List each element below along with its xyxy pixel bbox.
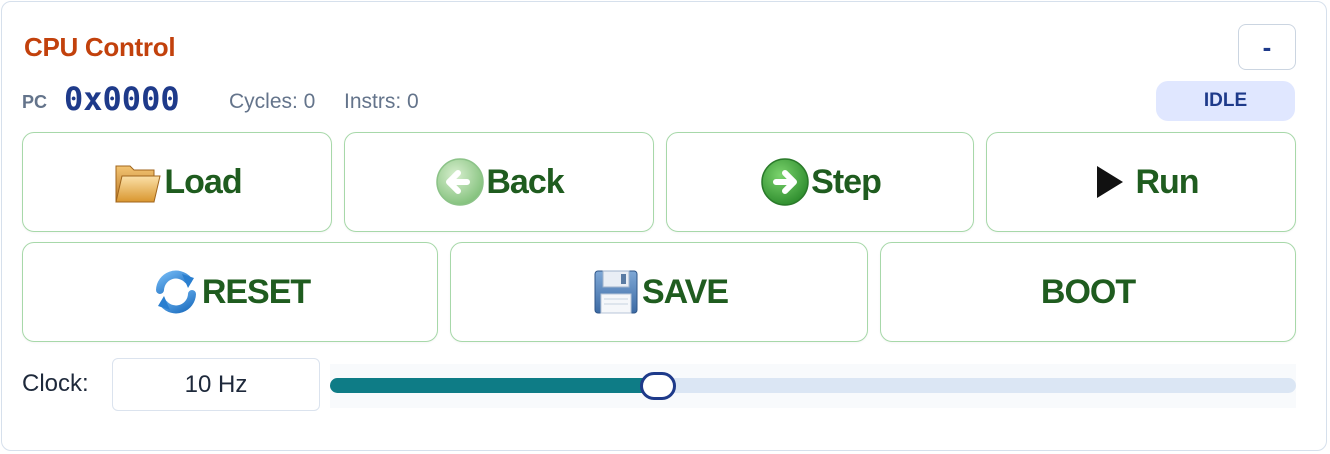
run-button[interactable]: Run xyxy=(986,132,1296,232)
run-button-label: Run xyxy=(1135,162,1199,201)
step-arrow-icon xyxy=(759,156,811,208)
pc-value: 0x0000 xyxy=(64,80,180,118)
boot-button[interactable]: BOOT xyxy=(880,242,1296,342)
step-button[interactable]: Step xyxy=(666,132,974,232)
refresh-icon xyxy=(150,266,202,318)
collapse-button[interactable]: - xyxy=(1238,24,1296,70)
floppy-disk-icon xyxy=(590,266,642,318)
clock-frequency-field[interactable]: 10 Hz xyxy=(112,358,320,411)
step-button-label: Step xyxy=(811,162,882,201)
instrs-counter: Instrs: 0 xyxy=(344,90,419,113)
pc-label: PC xyxy=(22,92,48,112)
reset-button[interactable]: RESET xyxy=(22,242,438,342)
clock-label: Clock: xyxy=(22,370,89,397)
load-button-label: Load xyxy=(164,162,242,201)
clock-slider[interactable] xyxy=(330,364,1296,408)
back-arrow-icon xyxy=(434,156,486,208)
play-icon xyxy=(1083,156,1135,208)
reset-button-label: RESET xyxy=(201,272,311,311)
save-button[interactable]: SAVE xyxy=(450,242,868,342)
back-button[interactable]: Back xyxy=(344,132,654,232)
load-button[interactable]: Load xyxy=(22,132,332,232)
save-button-label: SAVE xyxy=(641,272,729,311)
folder-icon xyxy=(112,156,164,208)
back-button-label: Back xyxy=(486,162,564,201)
boot-button-label: BOOT xyxy=(1040,272,1136,311)
status-badge: IDLE xyxy=(1156,81,1295,121)
panel-title: CPU Control xyxy=(24,32,176,62)
slider-fill xyxy=(330,378,658,393)
cycles-counter: Cycles: 0 xyxy=(229,90,316,113)
slider-thumb[interactable] xyxy=(640,372,676,400)
